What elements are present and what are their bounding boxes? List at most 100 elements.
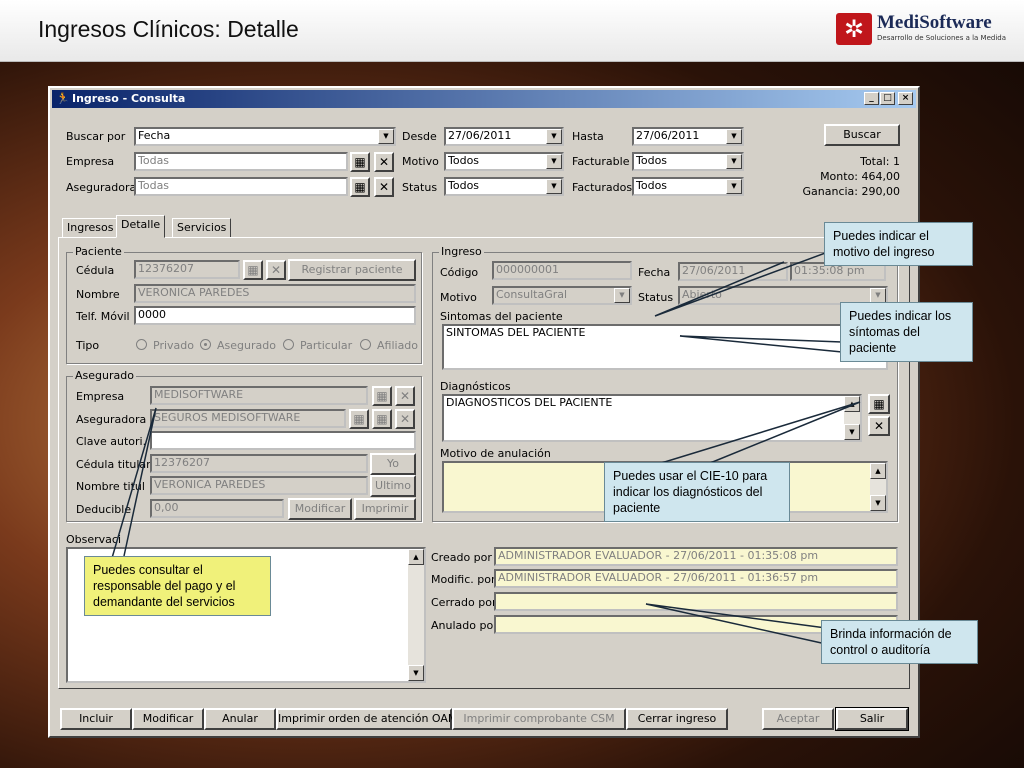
motivo-anulacion-label: Motivo de anulación [440, 447, 551, 460]
scroll-down-icon[interactable]: ▼ [844, 424, 860, 440]
creado-por-label: Creado por [431, 551, 492, 564]
asegurado-empresa-field[interactable]: MEDISOFTWARE [150, 386, 368, 405]
aceptar-button[interactable]: Aceptar [762, 708, 834, 730]
window-titlebar: 🏃 Ingreso - Consulta _ □ × [52, 90, 916, 108]
observaciones-scrollbar[interactable]: ▲ ▼ [408, 549, 424, 681]
deducible-field[interactable]: 0,00 [150, 499, 284, 518]
buscar-por-select[interactable]: Fecha ▼ [134, 127, 396, 146]
callout-motivo: Puedes indicar el motivo del ingreso [824, 222, 973, 266]
grid-lookup-icon[interactable]: ▦ [372, 386, 392, 406]
facturable-select[interactable]: Todos ▼ [632, 152, 744, 171]
clear-x-icon[interactable]: ✕ [266, 260, 286, 280]
imprimir-comprobante-button[interactable]: Imprimir comprobante CSM [452, 708, 626, 730]
scroll-up-icon[interactable]: ▲ [844, 396, 860, 412]
ultimo-button[interactable]: Ultimo [370, 475, 416, 497]
modificar-deducible-button[interactable]: Modificar [288, 498, 352, 520]
imprimir-deducible-button[interactable]: Imprimir [354, 498, 416, 520]
ingreso-group-title: Ingreso [439, 245, 484, 258]
asegurado-aseguradora-field[interactable]: SEGUROS MEDISOFTWARE [150, 409, 346, 428]
facturados-select[interactable]: Todos ▼ [632, 177, 744, 196]
nombre-titular-field[interactable]: VERONICA PAREDES [150, 476, 368, 495]
radio-privado-label: Privado [153, 339, 194, 352]
minimize-button[interactable]: _ [864, 92, 879, 105]
grid-lookup-icon[interactable]: ▦ [243, 260, 263, 280]
imprimir-orden-button[interactable]: Imprimir orden de atención OAM [276, 708, 457, 730]
clear-x-icon[interactable]: ✕ [868, 416, 890, 436]
chevron-down-icon[interactable]: ▼ [870, 288, 886, 303]
chevron-down-icon[interactable]: ▼ [546, 154, 562, 169]
hasta-date-picker[interactable]: 27/06/2011 ▼ [632, 127, 744, 146]
clave-autori-field[interactable] [150, 431, 416, 450]
chevron-down-icon[interactable]: ▼ [614, 288, 630, 303]
chevron-down-icon[interactable]: ▼ [726, 129, 742, 144]
motivo-filter-select[interactable]: Todos ▼ [444, 152, 564, 171]
close-button[interactable]: × [898, 92, 913, 105]
nombre-label: Nombre [76, 288, 120, 301]
motivo-select[interactable]: ConsultaGral ▼ [492, 286, 632, 305]
grid-lookup-icon[interactable]: ▦ [350, 177, 370, 197]
status-filter-select[interactable]: Todos ▼ [444, 177, 564, 196]
motivo-filter-label: Motivo [402, 155, 439, 168]
registrar-paciente-button[interactable]: Registrar paciente [288, 259, 416, 281]
facturable-label: Facturable [572, 155, 630, 168]
yo-button[interactable]: Yo [370, 453, 416, 475]
grid-lookup-icon[interactable]: ▦ [349, 409, 369, 429]
radio-asegurado[interactable] [200, 339, 211, 350]
aseguradora-filter-label: Aseguradora [66, 181, 137, 194]
tab-servicios[interactable]: Servicios [172, 218, 232, 238]
diagnosticos-textarea[interactable]: DIAGNOSTICOS DEL PACIENTE [442, 394, 862, 442]
scroll-down-icon[interactable]: ▼ [408, 665, 424, 681]
clear-x-icon[interactable]: ✕ [395, 409, 415, 429]
diagnosticos-scrollbar[interactable]: ▲ ▼ [844, 396, 860, 440]
medisoftware-logo-icon: ✲ [836, 13, 872, 45]
cerrar-ingreso-button[interactable]: Cerrar ingreso [626, 708, 728, 730]
codigo-field[interactable]: 000000001 [492, 261, 632, 280]
radio-particular-label: Particular [300, 339, 353, 352]
empresa-filter-field[interactable]: Todas [134, 152, 348, 171]
chevron-down-icon[interactable]: ▼ [726, 154, 742, 169]
anulacion-scrollbar[interactable]: ▲ ▼ [870, 463, 886, 511]
grid-lookup-icon[interactable]: ▦ [372, 409, 392, 429]
radio-particular[interactable] [283, 339, 294, 350]
slide-header: Ingresos Clínicos: Detalle ✲ MediSoftwar… [0, 0, 1024, 62]
chevron-down-icon[interactable]: ▼ [546, 129, 562, 144]
tab-ingresos[interactable]: Ingresos [62, 218, 119, 238]
deducible-label: Deducible [76, 503, 132, 516]
window-title: Ingreso - Consulta [72, 92, 186, 105]
aseguradora-filter-field[interactable]: Todas [134, 177, 348, 196]
anular-button[interactable]: Anular [204, 708, 276, 730]
buscar-button[interactable]: Buscar [824, 124, 900, 146]
tab-detalle[interactable]: Detalle [116, 215, 166, 238]
cie10-lookup-icon[interactable]: ▦ [868, 394, 890, 414]
maximize-button[interactable]: □ [880, 92, 895, 105]
buscar-por-label: Buscar por [66, 130, 126, 143]
chevron-down-icon[interactable]: ▼ [378, 129, 394, 144]
scroll-up-icon[interactable]: ▲ [408, 549, 424, 565]
cedula-field[interactable]: 12376207 [134, 260, 240, 279]
ingreso-consulta-window: 🏃 Ingreso - Consulta _ □ × Buscar por Fe… [48, 86, 920, 738]
scroll-up-icon[interactable]: ▲ [870, 463, 886, 479]
clear-x-icon[interactable]: ✕ [395, 386, 415, 406]
cedula-titular-label: Cédula titular [76, 458, 151, 471]
scroll-down-icon[interactable]: ▼ [870, 495, 886, 511]
radio-privado[interactable] [136, 339, 147, 350]
sintomas-textarea[interactable]: SINTOMAS DEL PACIENTE [442, 324, 888, 370]
radio-afiliado-label: Afiliado [377, 339, 419, 352]
clear-x-icon[interactable]: ✕ [374, 177, 394, 197]
chevron-down-icon[interactable]: ▼ [546, 179, 562, 194]
fecha-field[interactable]: 27/06/2011 [678, 262, 788, 281]
radio-afiliado[interactable] [360, 339, 371, 350]
cedula-titular-field[interactable]: 12376207 [150, 454, 368, 473]
modificado-por-field: ADMINISTRADOR EVALUADOR - 27/06/2011 - 0… [494, 569, 898, 588]
nombre-field[interactable]: VERONICA PAREDES [134, 284, 416, 303]
incluir-button[interactable]: Incluir [60, 708, 132, 730]
telf-movil-field[interactable]: 0000 [134, 306, 416, 325]
clear-x-icon[interactable]: ✕ [374, 152, 394, 172]
logo-tagline: Desarrollo de Soluciones a la Medida [877, 34, 1007, 42]
salir-button[interactable]: Salir [835, 707, 909, 731]
modificar-button[interactable]: Modificar [132, 708, 204, 730]
desde-date-picker[interactable]: 27/06/2011 ▼ [444, 127, 564, 146]
chevron-down-icon[interactable]: ▼ [726, 179, 742, 194]
grid-lookup-icon[interactable]: ▦ [350, 152, 370, 172]
tipo-label: Tipo [76, 339, 100, 352]
